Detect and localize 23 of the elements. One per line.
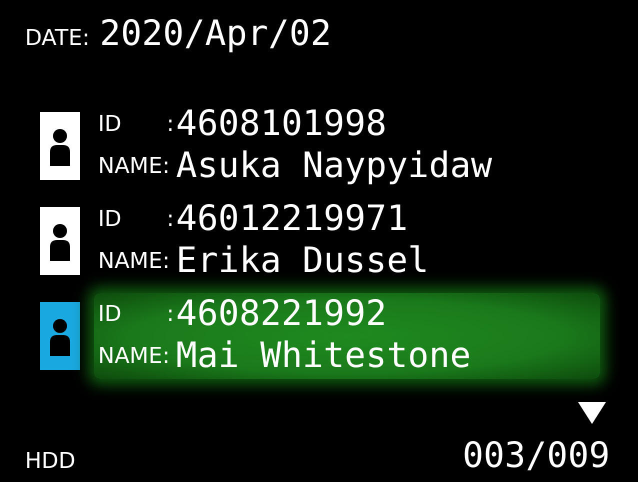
id-label: ID: [98, 302, 122, 326]
name-value: Erika Dussel: [176, 241, 430, 281]
id-label: ID: [98, 112, 122, 136]
id-separator: :: [166, 302, 174, 326]
id-value: 4608221992: [176, 294, 388, 334]
name-value: Mai Whitestone: [176, 336, 472, 376]
record-row[interactable]: ID :4608101998 NAME: Asuka Naypyidaw: [94, 103, 600, 189]
id-label: ID: [98, 206, 122, 232]
id-separator: :: [166, 112, 174, 136]
name-label: NAME:: [98, 344, 171, 368]
scroll-down-icon: [578, 402, 606, 424]
name-label: NAME:: [98, 248, 171, 274]
page-counter: 003/009: [462, 436, 610, 476]
selection-highlight[interactable]: ID :4608221992 NAME: Mai Whitestone: [94, 293, 600, 379]
id-value: 46012219971: [176, 199, 409, 239]
record-row[interactable]: ID :46012219971 NAME: Erika Dussel: [94, 198, 600, 284]
name-value: Asuka Naypyidaw: [176, 146, 494, 186]
id-separator: :: [166, 206, 174, 232]
id-value: 4608101998: [176, 104, 388, 144]
media-label: HDD: [25, 449, 76, 474]
date-value: 2020/Apr/02: [100, 14, 332, 54]
name-label: NAME:: [98, 154, 171, 178]
date-label: DATE:: [25, 26, 90, 51]
